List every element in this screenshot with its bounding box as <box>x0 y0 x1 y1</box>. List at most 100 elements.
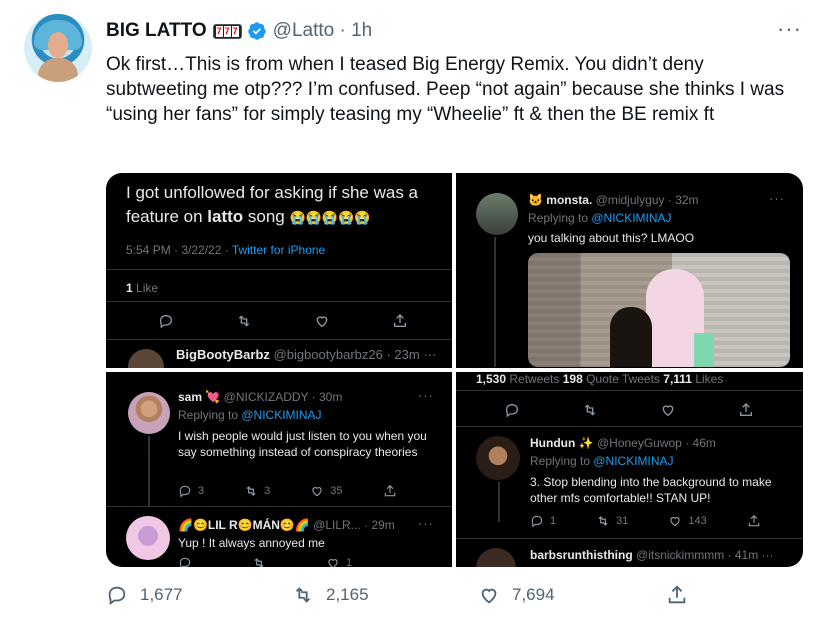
retweet-action[interactable]: 3 <box>244 484 270 498</box>
share-icon <box>668 585 686 604</box>
reply-name[interactable]: 🌈😊LIL R😊MÁN😊🌈 <box>178 518 310 532</box>
like-icon <box>312 487 322 497</box>
retweet-action[interactable]: 31 <box>596 514 628 528</box>
replying-to-link[interactable]: @NICKIMINAJ <box>593 454 673 468</box>
like-button[interactable]: 7,694 <box>478 584 555 606</box>
reply-avatar[interactable] <box>476 548 516 567</box>
sparkles-emoji: ✨ <box>578 436 594 450</box>
more-options-icon[interactable]: ··· <box>418 388 434 403</box>
thread-line <box>148 436 150 506</box>
reply-handle[interactable]: @LILR... · 29m <box>313 518 395 532</box>
reply-action[interactable]: 3 <box>178 484 204 498</box>
author-name[interactable]: BIG LATTO <box>106 20 207 42</box>
divider <box>106 269 452 270</box>
reply-name[interactable]: BigBootyBarbz <box>176 347 270 362</box>
replying-to-link[interactable]: @NICKIMINAJ <box>591 211 671 225</box>
more-options-icon[interactable]: ··· <box>777 16 802 42</box>
like-count: 7,694 <box>512 585 555 604</box>
reply-handle[interactable]: @itsnickimmmm · 41m <box>636 548 758 562</box>
reply-handle[interactable]: @HoneyGuwop · 46m <box>597 436 716 450</box>
replying-prefix: Replying to <box>178 408 242 422</box>
author-handle[interactable]: @Latto · 1h <box>273 20 373 42</box>
screenshot-pane-2[interactable]: 🐱 monsta. @midjulyguy · 32m ··· Replying… <box>456 173 803 368</box>
more-options-icon[interactable]: ··· <box>418 516 434 531</box>
screenshot-pane-4[interactable]: 1,530 Retweets 198 Quote Tweets 7,111 Li… <box>456 372 803 567</box>
slot-machine-emoji: 7 7 7 <box>212 23 242 39</box>
reply-avatar[interactable] <box>126 516 170 560</box>
retweet-icon[interactable] <box>252 556 266 567</box>
reply-handle[interactable]: @bigbootybarbz26 · 23m <box>274 347 420 362</box>
reply-avatar[interactable] <box>476 436 520 480</box>
likes-count: 1 <box>126 281 133 295</box>
reply-icon[interactable] <box>158 313 174 329</box>
photo-person-2 <box>610 307 652 367</box>
retweet-count: 2,165 <box>326 585 369 604</box>
reply-header: barbsrunthisthing @itsnickimmmm · 41m ··… <box>530 548 774 562</box>
share-action[interactable] <box>747 514 761 528</box>
reply-text: I wish people would just listen to you w… <box>178 429 427 459</box>
reply-header: BigBootyBarbz @bigbootybarbz26 · 23m ··· <box>176 347 436 362</box>
reply-avatar[interactable] <box>128 349 164 368</box>
retweets-count: 1,530 <box>476 372 507 386</box>
share-icon[interactable] <box>392 313 408 329</box>
retweet-icon[interactable] <box>582 402 598 418</box>
like-icon[interactable] <box>660 402 676 418</box>
reply-icon[interactable] <box>178 556 192 567</box>
like-action[interactable]: 143 <box>668 514 707 528</box>
tweet-time[interactable]: · 1h <box>340 20 373 41</box>
like-count: 143 <box>688 515 707 527</box>
reply-name[interactable]: monsta. <box>546 193 592 207</box>
reply-text: Yup ! It always annoyed me <box>178 536 325 550</box>
likes-stat[interactable]: 1 Like <box>126 281 158 295</box>
reply-text: you talking about this? LMAOO <box>528 231 695 245</box>
retweet-button[interactable]: 2,165 <box>292 584 369 606</box>
embedded-photo[interactable] <box>528 253 790 367</box>
reply-button[interactable]: 1,677 <box>106 584 183 606</box>
reply-action[interactable]: 1 <box>530 514 556 528</box>
action-bar: 3 3 35 <box>178 484 397 498</box>
avatar-body <box>38 58 78 82</box>
like-action[interactable]: 35 <box>310 484 343 498</box>
reply-handle[interactable]: @NICKIZADDY · 30m <box>224 390 343 404</box>
like-icon[interactable] <box>314 313 330 329</box>
reply-icon[interactable] <box>504 402 520 418</box>
share-action[interactable] <box>383 484 397 498</box>
share-button[interactable] <box>666 584 688 606</box>
author-avatar[interactable] <box>24 14 92 82</box>
quoted-text-line1: I got unfollowed for asking if she was a <box>126 183 418 202</box>
reply-avatar[interactable] <box>476 193 518 235</box>
share-icon <box>384 484 395 497</box>
reply-avatar[interactable] <box>128 392 170 434</box>
share-icon <box>748 514 759 527</box>
replying-to-link[interactable]: @NICKIMINAJ <box>241 408 321 422</box>
reply-count: 1 <box>550 515 557 527</box>
reply-name[interactable]: barbsrunthisthing <box>530 548 633 562</box>
meta-time: 5:54 PM · 3/22/22 · <box>126 243 232 257</box>
slot-digit: 7 <box>231 25 239 37</box>
reply-name[interactable]: sam <box>178 390 202 404</box>
reply-header: 🐱 monsta. @midjulyguy · 32m <box>528 193 699 207</box>
quoted-text-line2: feature on latto song 😭😭😭😭😭 <box>126 205 446 230</box>
screenshot-pane-3[interactable]: sam 💘 @NICKIZADDY · 30m ··· Replying to … <box>106 372 452 567</box>
divider <box>106 301 452 302</box>
quotes-count: 198 <box>562 372 583 386</box>
handle-text: @Latto <box>272 20 335 41</box>
retweet-icon[interactable] <box>236 313 252 329</box>
more-options-icon[interactable]: ··· <box>762 548 774 562</box>
more-options-icon[interactable]: ··· <box>423 347 436 362</box>
share-icon[interactable] <box>738 402 754 418</box>
engagement-stats: 1,530 Retweets 198 Quote Tweets 7,111 Li… <box>476 372 723 386</box>
like-icon <box>328 559 338 567</box>
heart-emoji: 💘 <box>205 390 221 404</box>
like-icon <box>670 517 681 527</box>
meta-source[interactable]: Twitter for iPhone <box>232 243 325 257</box>
screenshot-pane-1[interactable]: I got unfollowed for asking if she was a… <box>106 173 452 368</box>
retweet-icon <box>598 516 608 526</box>
like-action[interactable]: 1 <box>326 556 352 567</box>
replying-prefix: Replying to <box>528 211 592 225</box>
reply-name[interactable]: Hundun <box>530 436 575 450</box>
reply-handle[interactable]: @midjulyguy · 32m <box>596 193 699 207</box>
media-grid[interactable]: I got unfollowed for asking if she was a… <box>106 173 803 567</box>
likes-label: Like <box>132 281 159 295</box>
more-options-icon[interactable]: ··· <box>769 191 785 206</box>
